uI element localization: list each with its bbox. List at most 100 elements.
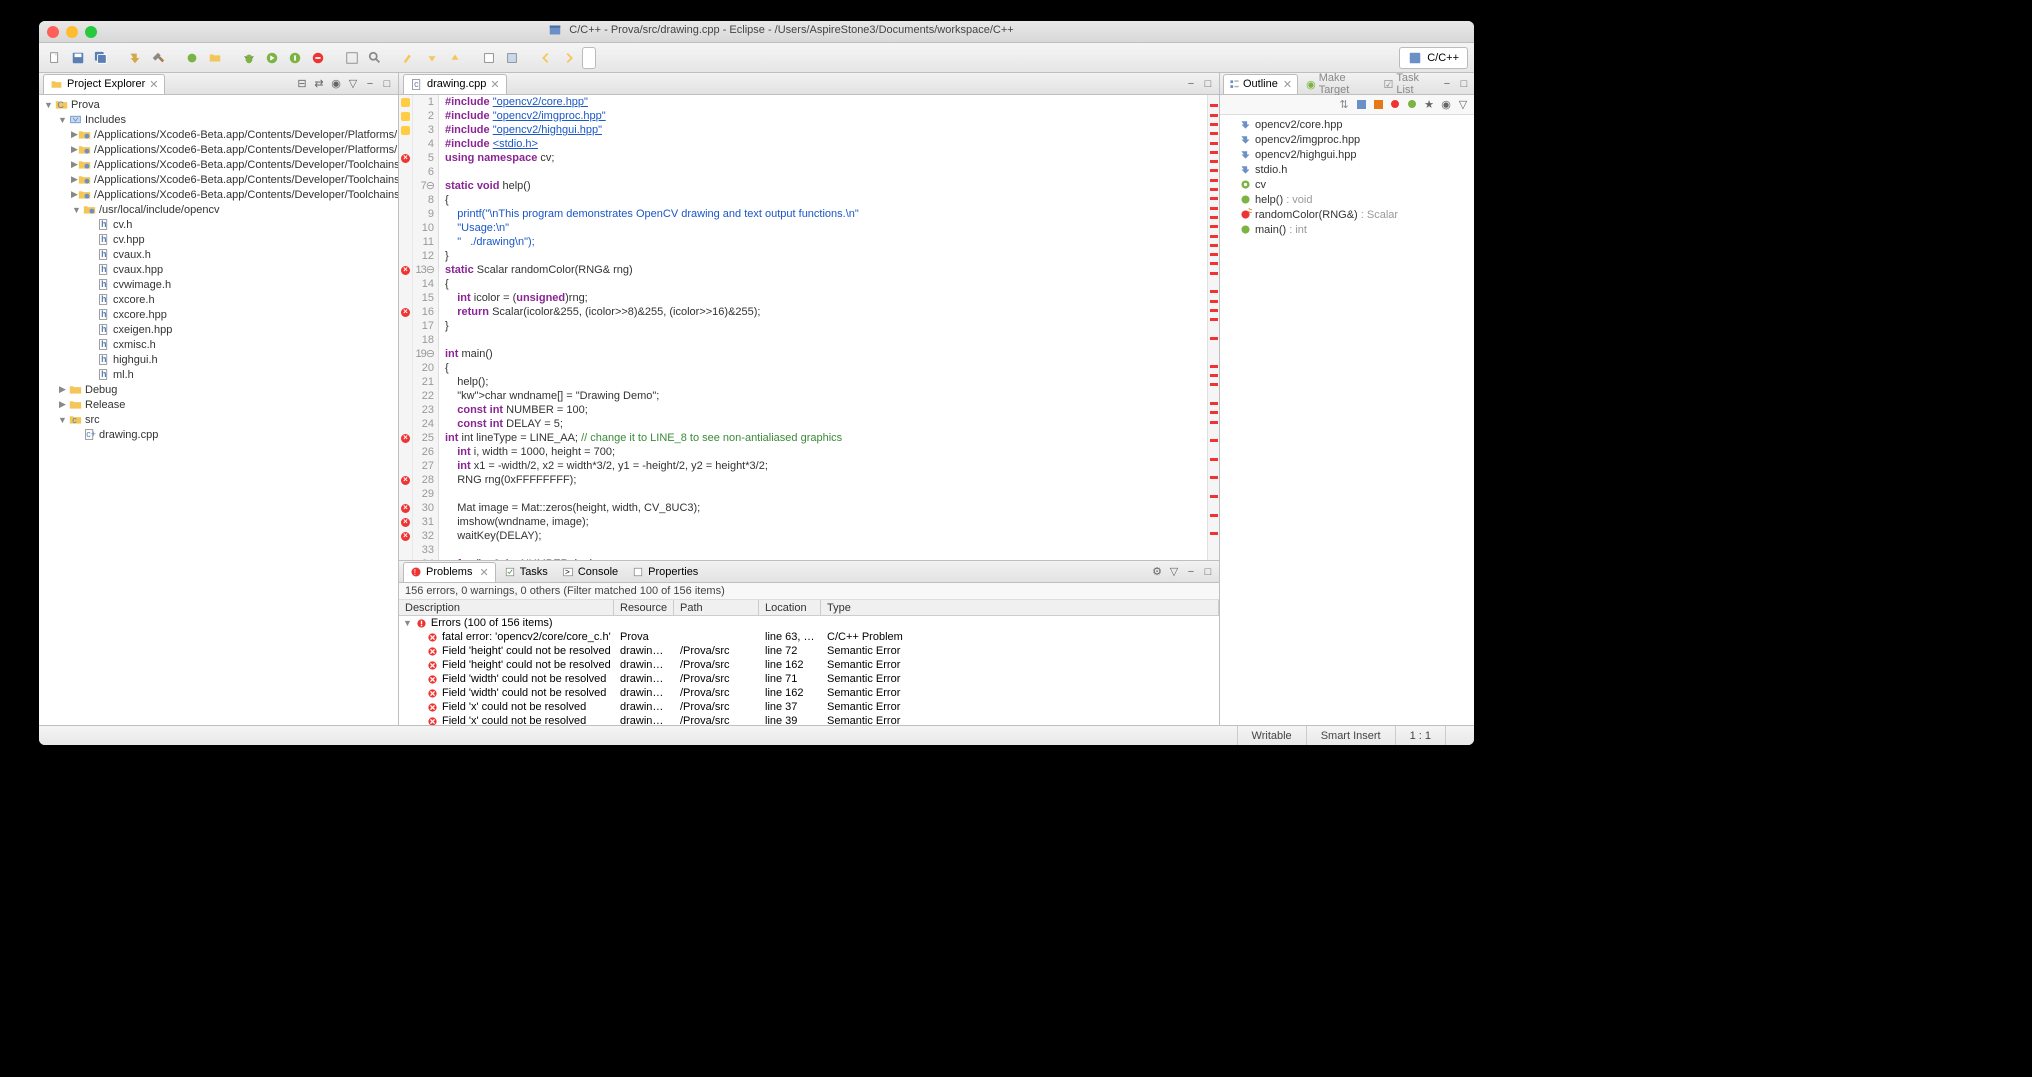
tree-node[interactable]: hcxcore.hpp [39, 307, 398, 322]
warning-marker-icon[interactable] [399, 95, 412, 109]
hammer-icon[interactable] [148, 48, 168, 68]
group-includes-icon[interactable]: ★ [1422, 98, 1436, 112]
forward-button[interactable] [559, 48, 579, 68]
zoom-icon[interactable] [85, 26, 97, 38]
tree-twisty-icon[interactable]: ▼ [71, 205, 82, 215]
tree-node[interactable]: ▶/Applications/Xcode6-Beta.app/Contents/… [39, 172, 398, 187]
overview-marker[interactable] [1210, 476, 1218, 479]
col-description[interactable]: Description [399, 600, 614, 615]
tree-twisty-icon[interactable]: ▼ [43, 100, 54, 110]
error-marker-icon[interactable]: × [399, 263, 412, 277]
tree-node[interactable]: ▶Release [39, 397, 398, 412]
minimize-icon[interactable] [66, 26, 78, 38]
code-line[interactable] [445, 487, 1207, 501]
line-number[interactable]: 4 [413, 137, 434, 151]
line-number[interactable]: 27 [413, 459, 434, 473]
line-number[interactable]: 14 [413, 277, 434, 291]
tree-twisty-icon[interactable]: ▼ [57, 115, 68, 125]
line-number[interactable]: 24 [413, 417, 434, 431]
line-number[interactable]: 29 [413, 487, 434, 501]
overview-marker[interactable] [1210, 337, 1218, 340]
filters-icon[interactable]: ⚙ [1150, 565, 1164, 579]
save-all-button[interactable] [91, 48, 111, 68]
line-number[interactable]: 1 [413, 95, 434, 109]
code-line[interactable]: const int DELAY = 5; [445, 417, 1207, 431]
link-editor-icon[interactable]: ⇄ [312, 77, 326, 91]
warning-marker-icon[interactable] [399, 123, 412, 137]
line-number[interactable]: 6 [413, 165, 434, 179]
overview-marker[interactable] [1210, 262, 1218, 265]
hide-nonpublic-icon[interactable] [1388, 98, 1402, 112]
code-line[interactable] [445, 543, 1207, 557]
code-line[interactable]: { [445, 361, 1207, 375]
line-number[interactable]: 25 [413, 431, 434, 445]
outline-item[interactable]: opencv2/imgproc.hpp [1220, 132, 1474, 147]
problems-columns[interactable]: Description Resource Path Location Type [399, 600, 1219, 616]
outline-tab[interactable]: Outline✕ [1223, 74, 1298, 94]
tree-node[interactable]: hcvwimage.h [39, 277, 398, 292]
tasks-tab[interactable]: Tasks [498, 562, 554, 582]
code-line[interactable]: } [445, 249, 1207, 263]
profile-button[interactable] [285, 48, 305, 68]
hide-inactive-icon[interactable] [1405, 98, 1419, 112]
overview-marker[interactable] [1210, 179, 1218, 182]
project-explorer-tab[interactable]: Project Explorer ✕ [43, 74, 165, 94]
maximize-view-icon[interactable]: □ [380, 77, 394, 91]
problem-row[interactable]: fatal error: 'opencv2/core/core_c.h' fil… [399, 630, 1219, 644]
overview-marker[interactable] [1210, 290, 1218, 293]
minimize-editor-icon[interactable]: − [1184, 77, 1198, 91]
overview-marker[interactable] [1210, 421, 1218, 424]
outline-item[interactable]: SrandomColor(RNG&) : Scalar [1220, 207, 1474, 222]
tree-node[interactable]: ▶/Applications/Xcode6-Beta.app/Contents/… [39, 142, 398, 157]
overview-marker[interactable] [1210, 532, 1218, 535]
code-line[interactable]: { [445, 193, 1207, 207]
overview-marker[interactable] [1210, 495, 1218, 498]
overview-marker[interactable] [1210, 244, 1218, 247]
problem-row[interactable]: Field 'height' could not be resolveddraw… [399, 658, 1219, 672]
code-line[interactable]: return Scalar(icolor&255, (icolor>>8)&25… [445, 305, 1207, 319]
focus-task-icon[interactable]: ◉ [329, 77, 343, 91]
line-number[interactable]: 28 [413, 473, 434, 487]
console-tab[interactable]: >Console [556, 562, 624, 582]
run-button[interactable] [262, 48, 282, 68]
error-marker-icon[interactable]: × [399, 431, 412, 445]
overview-marker[interactable] [1210, 402, 1218, 405]
overview-marker[interactable] [1210, 374, 1218, 377]
problem-row[interactable]: Field 'x' could not be resolveddrawing.c… [399, 714, 1219, 725]
collapse-all-icon[interactable]: ⊟ [295, 77, 309, 91]
code-line[interactable]: } [445, 319, 1207, 333]
error-marker-icon[interactable]: × [399, 473, 412, 487]
task-button[interactable] [479, 48, 499, 68]
sort-icon[interactable]: ⇅ [1337, 98, 1351, 112]
code-line[interactable]: using namespace cv; [445, 151, 1207, 165]
code-line[interactable] [445, 333, 1207, 347]
minimize-problems-icon[interactable]: − [1184, 565, 1198, 579]
overview-marker[interactable] [1210, 411, 1218, 414]
error-marker-icon[interactable]: × [399, 305, 412, 319]
overview-marker[interactable] [1210, 123, 1218, 126]
make-target-tab[interactable]: ◉Make Target [1300, 74, 1375, 94]
tree-node[interactable]: ▼/usr/local/include/opencv [39, 202, 398, 217]
tree-twisty-icon[interactable]: ▶ [71, 144, 78, 155]
line-number[interactable]: 9 [413, 207, 434, 221]
overview-marker[interactable] [1210, 272, 1218, 275]
quick-access[interactable] [582, 47, 596, 69]
problem-row[interactable]: Field 'height' could not be resolveddraw… [399, 644, 1219, 658]
debug-button[interactable] [239, 48, 259, 68]
overview-marker[interactable] [1210, 253, 1218, 256]
line-number[interactable]: 30 [413, 501, 434, 515]
back-button[interactable] [536, 48, 556, 68]
line-number[interactable]: 22 [413, 389, 434, 403]
tree-node[interactable]: hcvaux.hpp [39, 262, 398, 277]
tree-node[interactable]: hcxmisc.h [39, 337, 398, 352]
code-line[interactable]: #include "opencv2/highgui.hpp" [445, 123, 1207, 137]
line-number[interactable]: 8 [413, 193, 434, 207]
overview-marker[interactable] [1210, 188, 1218, 191]
code-line[interactable]: #include <stdio.h> [445, 137, 1207, 151]
close-icon[interactable] [47, 26, 59, 38]
perspective-switcher[interactable]: C/C++ [1399, 47, 1468, 69]
outline-item[interactable]: opencv2/core.hpp [1220, 117, 1474, 132]
tree-node[interactable]: ▼csrc [39, 412, 398, 427]
overview-marker[interactable] [1210, 114, 1218, 117]
line-number[interactable]: 3 [413, 123, 434, 137]
